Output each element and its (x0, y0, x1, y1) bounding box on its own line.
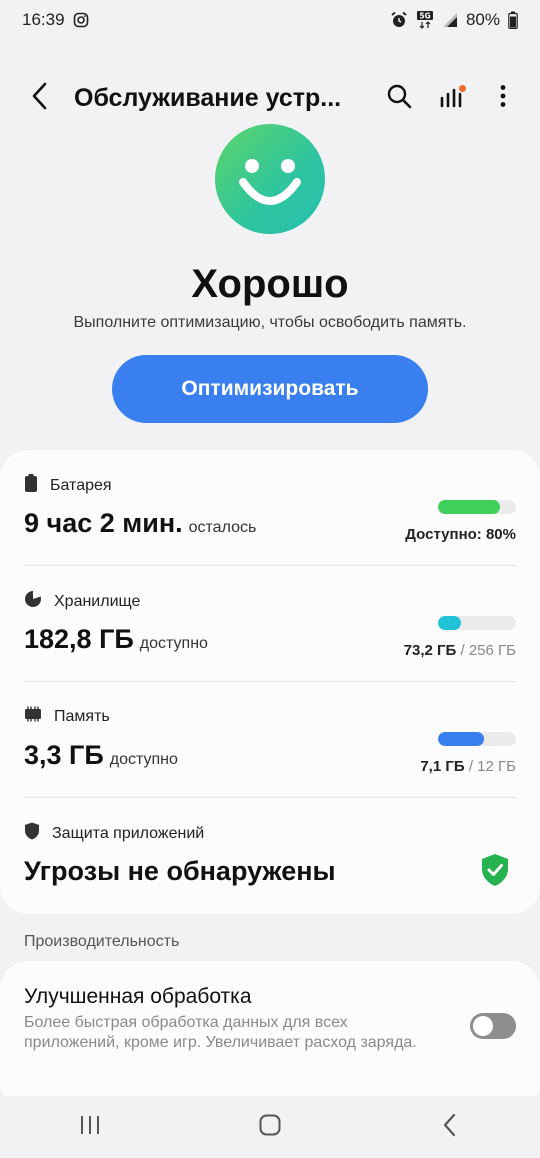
search-icon (386, 83, 412, 114)
storage-row[interactable]: Хранилище 182,8 ГБ доступно 73,2 ГБ / 25… (24, 566, 516, 682)
diagnostics-button[interactable] (434, 81, 468, 115)
status-left: 16:39 (22, 10, 89, 30)
memory-available: 3,3 ГБ (24, 740, 104, 770)
memory-chip-icon (24, 706, 42, 727)
storage-available: 182,8 ГБ (24, 624, 134, 654)
status-subtitle: Выполните оптимизацию, чтобы освободить … (73, 314, 467, 331)
nav-back-button[interactable] (420, 1102, 480, 1152)
5g-icon: 5G (416, 10, 434, 30)
storage-total: 256 ГБ (468, 642, 516, 659)
app-protection-status: Угрозы не обнаружены (24, 856, 336, 886)
enhanced-processing-toggle[interactable] (470, 1013, 516, 1039)
shield-icon (24, 822, 40, 845)
search-button[interactable] (382, 81, 416, 115)
home-icon (258, 1113, 282, 1142)
notification-dot (459, 85, 466, 92)
alarm-icon (390, 11, 408, 29)
storage-usage: 73,2 ГБ / 256 ГБ (403, 642, 516, 659)
status-right: 5G 80% (390, 10, 518, 30)
battery-bar (438, 500, 516, 514)
back-button[interactable] (20, 74, 60, 122)
status-card: Батарея 9 час 2 мин. осталось Доступно: … (0, 450, 540, 914)
app-protection-row[interactable]: Защита приложений Угрозы не обнаружены (24, 798, 516, 914)
app-bar: Обслуживание устр... (0, 72, 540, 124)
status-bar: 16:39 5G 80% (0, 0, 540, 40)
shield-check-icon (480, 853, 510, 887)
toggle-knob (473, 1016, 493, 1036)
instagram-icon (73, 12, 89, 28)
home-button[interactable] (240, 1102, 300, 1152)
pie-chart-icon (24, 590, 42, 613)
storage-label: Хранилище (54, 592, 141, 610)
app-actions (382, 81, 520, 115)
status-headline: Хорошо (191, 262, 349, 306)
performance-card: Улучшенная обработка Более быстрая обраб… (0, 961, 540, 1111)
storage-bar (438, 616, 516, 630)
signal-icon (442, 12, 458, 28)
performance-section-header: Производительность (24, 933, 180, 950)
battery-bar-fill (438, 500, 501, 514)
more-options-button[interactable] (486, 81, 520, 115)
page-title: Обслуживание устр... (74, 83, 342, 112)
enhanced-processing-title: Улучшенная обработка (24, 985, 252, 1008)
battery-time: 9 час 2 мин. (24, 508, 183, 538)
recent-apps-icon (78, 1114, 102, 1141)
battery-icon (508, 11, 518, 29)
enhanced-processing-description: Более быстрая обработка данных для всех … (24, 1014, 417, 1051)
battery-icon (24, 474, 38, 497)
storage-bar-fill (438, 616, 461, 630)
recent-apps-button[interactable] (60, 1102, 120, 1152)
battery-percent: 80% (465, 10, 500, 29)
storage-suffix: доступно (139, 635, 208, 652)
battery-suffix: осталось (188, 519, 257, 536)
storage-used: 73,2 ГБ (403, 642, 457, 659)
back-arrow-icon (30, 81, 50, 116)
battery-row[interactable]: Батарея 9 час 2 мин. осталось Доступно: … (24, 450, 516, 566)
navigation-bar (0, 1096, 540, 1158)
battery-available: Доступно: 80% (405, 526, 516, 543)
memory-suffix: доступно (109, 751, 178, 768)
optimize-button[interactable]: Оптимизировать (112, 355, 428, 423)
back-icon (442, 1113, 458, 1142)
more-vertical-icon (499, 84, 507, 113)
app-protection-label: Защита приложений (52, 824, 205, 842)
battery-label: Батарея (50, 476, 112, 494)
status-time: 16:39 (22, 10, 65, 29)
memory-bar (438, 732, 516, 746)
memory-total: 12 ГБ (477, 758, 516, 775)
memory-usage: 7,1 ГБ / 12 ГБ (420, 758, 516, 775)
memory-bar-fill (438, 732, 485, 746)
status-smiley-icon (215, 124, 325, 234)
memory-label: Память (54, 707, 110, 725)
memory-row[interactable]: Память 3,3 ГБ доступно 7,1 ГБ / 12 ГБ (24, 682, 516, 798)
memory-used: 7,1 ГБ (420, 758, 465, 775)
svg-text:5G: 5G (419, 12, 430, 21)
